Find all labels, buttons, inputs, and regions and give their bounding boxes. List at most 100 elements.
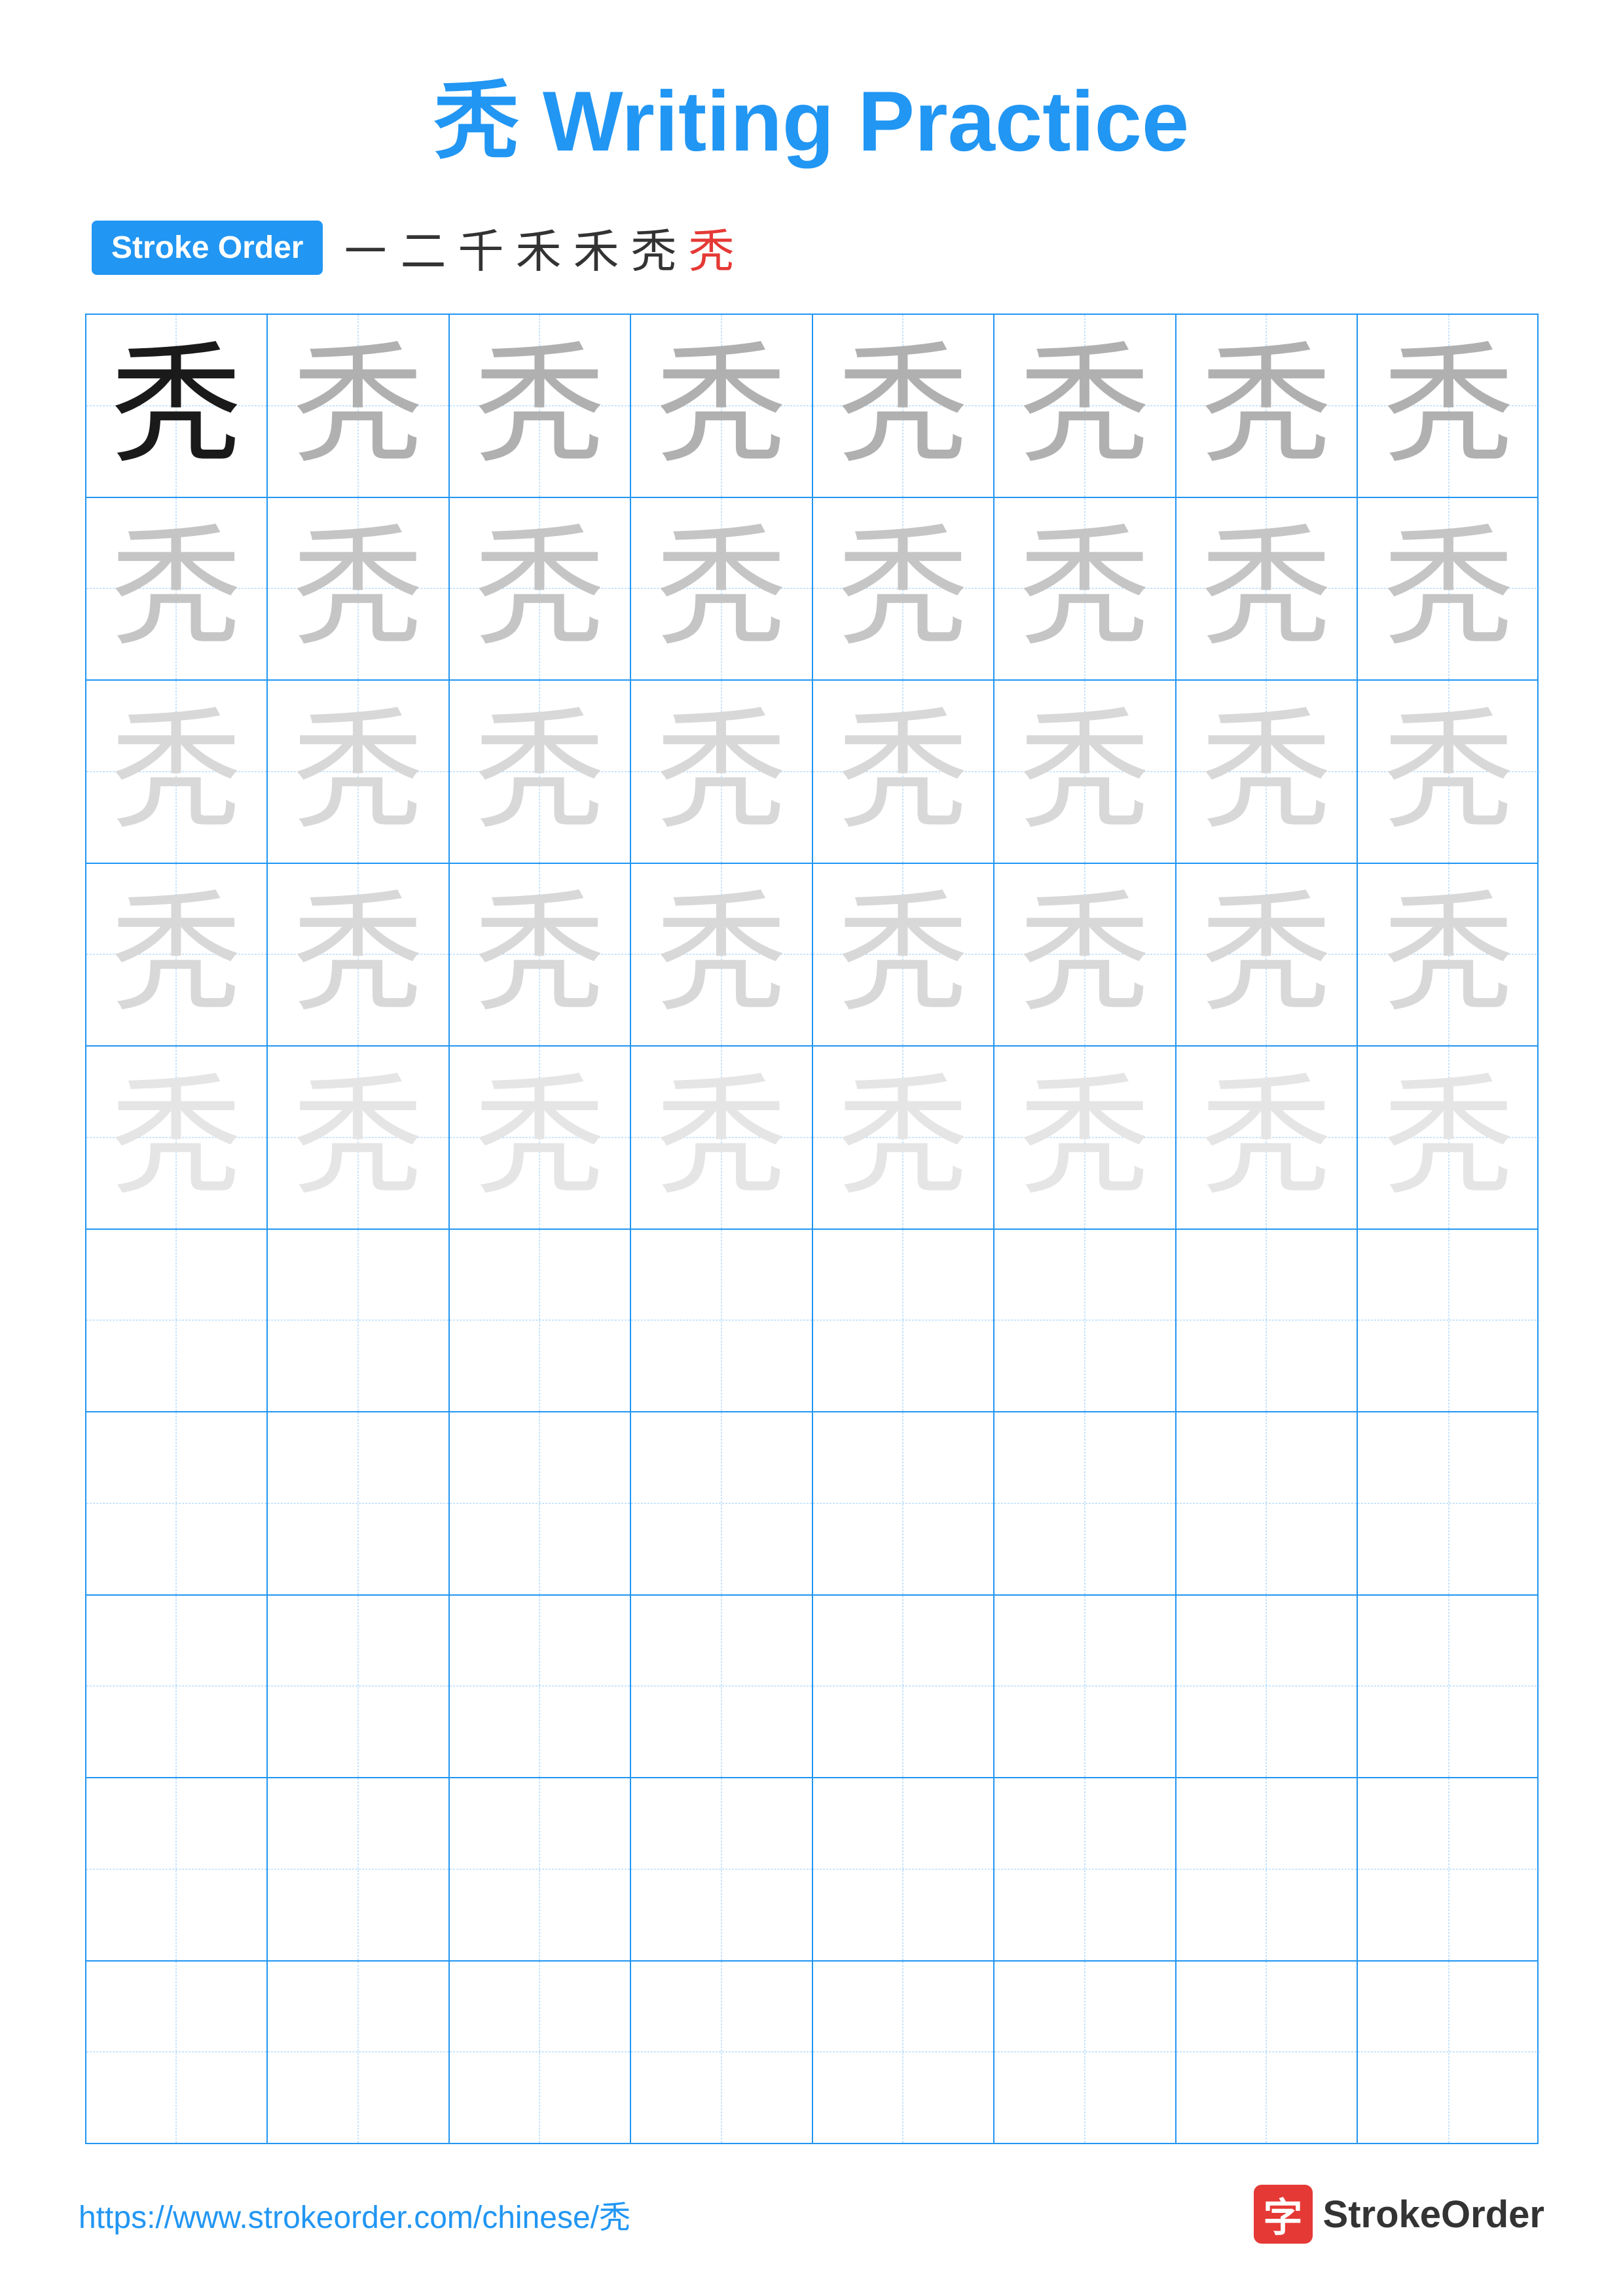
char-gray: 秃: [111, 523, 242, 654]
footer-url: https://www.strokeorder.com/chinese/秃: [79, 2191, 630, 2237]
grid-row-6: [86, 1230, 1537, 1413]
grid-cell-7-5: [813, 1412, 995, 1594]
char-gray: 秃: [1383, 340, 1514, 471]
char-gray: 秃: [1019, 523, 1150, 654]
grid-cell-4-7: 秃: [1176, 864, 1359, 1046]
grid-cell-1-8: 秃: [1358, 315, 1540, 497]
grid-cell-2-4: 秃: [631, 498, 813, 680]
char-gray: 秃: [656, 889, 787, 1020]
grid-cell-9-3: [450, 1778, 632, 1960]
stroke-char-4: 禾: [515, 215, 561, 281]
grid-cell-7-8: [1358, 1412, 1540, 1594]
grid-cell-6-8: [1358, 1230, 1540, 1412]
char-gray: 秃: [656, 340, 787, 471]
grid-cell-5-2: 秃: [268, 1047, 450, 1229]
grid-cell-2-3: 秃: [450, 498, 632, 680]
char-gray: 秃: [1201, 340, 1332, 471]
grid-cell-1-4: 秃: [631, 315, 813, 497]
grid-cell-2-2: 秃: [268, 498, 450, 680]
char-gray: 秃: [837, 1072, 968, 1203]
footer-logo-text: StrokeOrder: [1323, 2193, 1544, 2236]
stroke-char-2: 二: [400, 215, 446, 281]
grid-row-10: [86, 1962, 1537, 2144]
grid-cell-10-7: [1176, 1962, 1359, 2144]
grid-cell-5-4: 秃: [631, 1047, 813, 1229]
grid-cell-10-1: [86, 1962, 268, 2144]
grid-cell-8-5: [813, 1596, 995, 1778]
char-gray: 秃: [293, 523, 424, 654]
grid-cell-2-7: 秃: [1176, 498, 1359, 680]
char-gray: 秃: [1383, 1072, 1514, 1203]
grid-cell-3-5: 秃: [813, 681, 995, 863]
char-gray: 秃: [1019, 889, 1150, 1020]
grid-cell-9-7: [1176, 1778, 1359, 1960]
grid-row-4: 秃 秃 秃 秃 秃 秃 秃 秃: [86, 864, 1537, 1047]
grid-row-2: 秃 秃 秃 秃 秃 秃 秃 秃: [86, 498, 1537, 681]
stroke-order-chars: ㇐ 二 千 禾 禾 秃 秃: [342, 215, 734, 281]
grid-cell-8-6: [994, 1596, 1176, 1778]
grid-cell-5-6: 秃: [994, 1047, 1176, 1229]
grid-row-5: 秃 秃 秃 秃 秃 秃 秃 秃: [86, 1047, 1537, 1230]
grid-cell-5-7: 秃: [1176, 1047, 1359, 1229]
page: 秃 Writing Practice Stroke Order ㇐ 二 千 禾 …: [0, 0, 1623, 2296]
char-gray: 秃: [111, 889, 242, 1020]
grid-cell-10-2: [268, 1962, 450, 2144]
grid-cell-10-3: [450, 1962, 632, 2144]
grid-row-1: 秃 秃 秃 秃 秃 秃 秃 秃: [86, 315, 1537, 498]
char-gray: 秃: [293, 706, 424, 837]
char-gray: 秃: [293, 1072, 424, 1203]
char-gray: 秃: [1201, 889, 1332, 1020]
grid-cell-5-3: 秃: [450, 1047, 632, 1229]
grid-cell-3-2: 秃: [268, 681, 450, 863]
grid-cell-9-6: [994, 1778, 1176, 1960]
stroke-char-5: 禾: [573, 215, 619, 281]
grid-cell-2-6: 秃: [994, 498, 1176, 680]
grid-cell-6-5: [813, 1230, 995, 1412]
grid-cell-7-1: [86, 1412, 268, 1594]
grid-cell-4-4: 秃: [631, 864, 813, 1046]
grid-cell-3-7: 秃: [1176, 681, 1359, 863]
grid-cell-5-8: 秃: [1358, 1047, 1540, 1229]
char-gray: 秃: [1201, 706, 1332, 837]
char-gray: 秃: [1019, 706, 1150, 837]
footer-logo-icon: 字: [1254, 2185, 1313, 2244]
grid-cell-6-2: [268, 1230, 450, 1412]
char-gray: 秃: [656, 1072, 787, 1203]
grid-cell-6-3: [450, 1230, 632, 1412]
stroke-order-row: Stroke Order ㇐ 二 千 禾 禾 秃 秃: [79, 215, 1544, 281]
grid-cell-9-8: [1358, 1778, 1540, 1960]
grid-cell-7-7: [1176, 1412, 1359, 1594]
page-title: 秃 Writing Practice: [434, 52, 1189, 175]
grid-cell-10-5: [813, 1962, 995, 2144]
char-gray: 秃: [1383, 706, 1514, 837]
grid-row-7: [86, 1412, 1537, 1596]
grid-cell-4-3: 秃: [450, 864, 632, 1046]
char-gray: 秃: [474, 706, 605, 837]
char-gray: 秃: [837, 706, 968, 837]
grid-cell-2-8: 秃: [1358, 498, 1540, 680]
grid-cell-6-4: [631, 1230, 813, 1412]
char-gray: 秃: [474, 889, 605, 1020]
grid-cell-8-7: [1176, 1596, 1359, 1778]
stroke-char-1: ㇐: [342, 215, 388, 281]
char-gray: 秃: [837, 523, 968, 654]
char-gray: 秃: [1383, 523, 1514, 654]
grid-cell-5-1: 秃: [86, 1047, 268, 1229]
char-gray: 秃: [1383, 889, 1514, 1020]
char-gray: 秃: [656, 523, 787, 654]
grid-cell-7-4: [631, 1412, 813, 1594]
grid-cell-3-6: 秃: [994, 681, 1176, 863]
char-gray: 秃: [474, 340, 605, 471]
char-gray: 秃: [837, 889, 968, 1020]
grid-row-8: [86, 1596, 1537, 1779]
grid-cell-1-7: 秃: [1176, 315, 1359, 497]
grid-cell-9-2: [268, 1778, 450, 1960]
char-gray: 秃: [837, 340, 968, 471]
char-gray: 秃: [1201, 1072, 1332, 1203]
char-gray: 秃: [111, 706, 242, 837]
char-gray: 秃: [111, 1072, 242, 1203]
grid-cell-4-5: 秃: [813, 864, 995, 1046]
stroke-char-6: 秃: [630, 215, 676, 281]
grid-cell-10-4: [631, 1962, 813, 2144]
grid-cell-6-7: [1176, 1230, 1359, 1412]
